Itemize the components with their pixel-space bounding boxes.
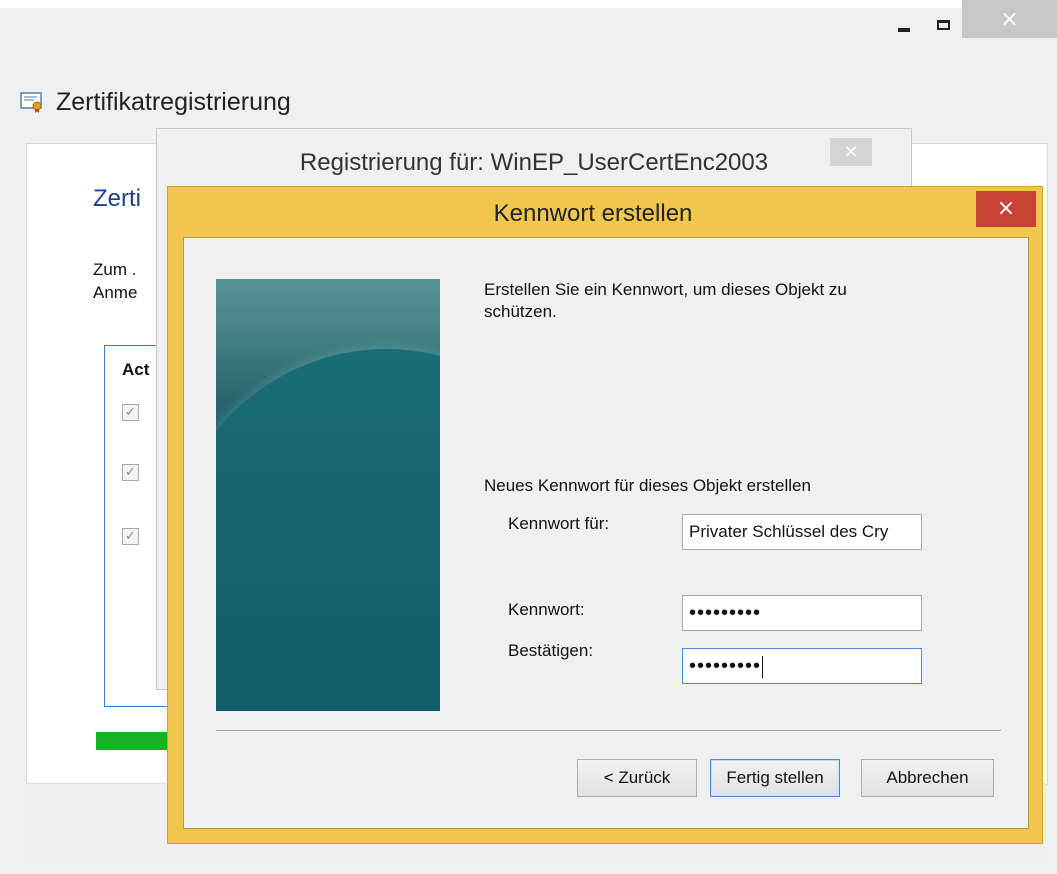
confirm-password-label: Bestätigen:	[508, 641, 594, 660]
password-input[interactable]: •••••••••	[682, 595, 922, 631]
enrollment-dialog-close-button[interactable]: ×	[830, 138, 872, 166]
close-icon: ×	[996, 196, 1016, 221]
new-password-group-label: Neues Kennwort für dieses Objekt erstell…	[484, 476, 811, 495]
policy-checkbox-3[interactable]: ✓	[122, 528, 139, 545]
button-separator	[216, 730, 1001, 732]
outer-page-heading: Zerti	[93, 185, 141, 212]
text-caret	[762, 655, 764, 678]
password-input-value: •••••••••	[689, 602, 762, 624]
password-label: Kennwort:	[508, 600, 585, 619]
create-password-dialog-body: Erstellen Sie ein Kennwort, um dieses Ob…	[183, 237, 1029, 829]
policy-checkbox-1[interactable]: ✓	[122, 404, 139, 421]
outer-title-row: Zertifikatregistrierung	[20, 84, 291, 120]
password-for-field: Privater Schlüssel des Cry	[682, 514, 922, 550]
instruction-line1: Erstellen Sie ein Kennwort, um dieses Ob…	[484, 280, 847, 299]
maximize-button[interactable]	[928, 8, 958, 42]
outer-description-line2: Anme	[93, 283, 138, 302]
create-password-close-button[interactable]: ×	[976, 191, 1036, 227]
close-icon: ×	[1000, 6, 1019, 32]
instruction-line2: schützen.	[484, 302, 557, 321]
confirm-password-input[interactable]: •••••••••	[682, 648, 922, 684]
close-icon: ×	[843, 141, 859, 162]
outer-window-title: Zertifikatregistrierung	[56, 87, 291, 116]
enrollment-dialog-title: Registrierung für: WinEP_UserCertEnc2003	[299, 149, 769, 176]
password-for-label: Kennwort für:	[508, 514, 610, 533]
create-password-dialog-title: Kennwort erstellen	[493, 200, 693, 227]
policy-list-header: Act	[122, 360, 150, 379]
window-top-edge	[0, 0, 1057, 8]
policy-checkbox-2[interactable]: ✓	[122, 464, 139, 481]
minimize-icon	[898, 28, 910, 32]
certificate-icon	[20, 92, 42, 113]
outer-close-button[interactable]: ×	[962, 0, 1057, 38]
confirm-password-value: •••••••••	[689, 655, 762, 677]
banner-arc	[216, 349, 440, 711]
wizard-banner-image	[216, 279, 440, 711]
maximize-icon	[936, 20, 950, 30]
finish-button[interactable]: Fertig stellen	[710, 759, 840, 797]
cancel-button[interactable]: Abbrechen	[861, 759, 994, 797]
back-button[interactable]: < Zurück	[577, 759, 697, 797]
minimize-button[interactable]	[880, 8, 928, 42]
outer-description-line1: Zum .	[93, 260, 137, 279]
create-password-dialog: Kennwort erstellen × Erstellen Sie ein K…	[167, 186, 1043, 844]
